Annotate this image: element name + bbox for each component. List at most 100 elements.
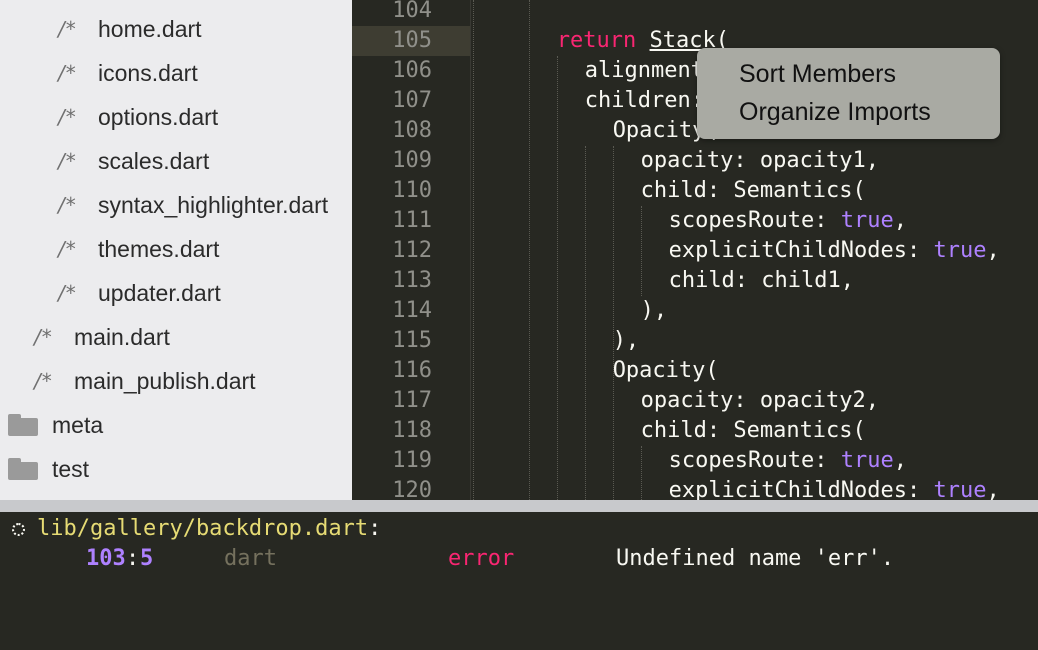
line-number: 105 [392,28,432,53]
line-number: 107 [392,88,432,113]
line-number: 109 [392,148,432,173]
menu-item-sort-members[interactable]: Sort Members [739,56,896,92]
line-number: 106 [392,58,432,83]
tree-item-label: scales.dart [98,147,210,174]
code-line[interactable]: 113 child: child1, [352,266,1038,296]
code-line[interactable]: 112 explicitChildNodes: true, [352,236,1038,266]
code-content: explicitChildNodes: true, [669,236,1000,266]
code-token: , [893,448,907,473]
line-number: 115 [392,328,432,353]
diagnostic-file-header[interactable]: lib/gallery/backdrop.dart: [12,514,381,544]
code-line[interactable]: 117 opacity: opacity2, [352,386,1038,416]
code-content: scopesRoute: true, [669,446,907,476]
code-action-context-menu: Sort Members Organize Imports [697,48,1000,139]
code-line[interactable]: 115), [352,326,1038,356]
diagnostic-severity: error [448,546,515,571]
diagnostic-file-colon: : [368,516,382,541]
tree-item-label: icons.dart [98,59,198,86]
comment-file-icon: /* [34,325,53,349]
code-content: opacity: opacity1, [641,146,879,176]
diagnostic-column-number: 5 [140,546,154,571]
tree-file-item[interactable]: /* home.dart [0,7,352,51]
code-token: , [986,238,1000,263]
line-number: 119 [392,448,432,473]
code-content: ), [641,296,668,326]
code-content: ), [613,326,640,356]
line-number: 113 [392,268,432,293]
comment-file-icon: /* [58,105,77,129]
tree-file-item[interactable]: /* main_publish.dart [0,359,352,403]
code-line[interactable]: 118 child: Semantics( [352,416,1038,446]
code-line[interactable]: 119 scopesRoute: true, [352,446,1038,476]
comment-file-icon: /* [58,193,77,217]
line-number: 104 [392,0,432,23]
code-token: ), [640,298,668,323]
comment-file-icon: /* [58,237,77,261]
comment-file-icon: /* [58,17,77,41]
tree-file-item[interactable]: /* syntax_highlighter.dart [0,183,352,227]
code-content: child: Semantics( [641,176,866,206]
code-token: scopesRoute: [668,208,841,233]
line-number: 110 [392,178,432,203]
tree-file-item[interactable]: /* icons.dart [0,51,352,95]
tree-item-label: main_publish.dart [74,367,256,394]
folder-icon [8,414,38,436]
tree-item-label: syntax_highlighter.dart [98,191,329,218]
tree-folder-item[interactable]: meta [0,403,352,447]
tree-file-item[interactable]: /* themes.dart [0,227,352,271]
code-line[interactable]: 116 Opacity( [352,356,1038,386]
line-number: 116 [392,358,432,383]
code-line[interactable]: 114), [352,296,1038,326]
diagnostic-line-number: 103 [86,546,126,571]
code-line[interactable]: 109 opacity: opacity1, [352,146,1038,176]
line-number: 120 [392,478,432,500]
code-content: explicitChildNodes: true, [669,476,1000,500]
diagnostic-message: Undefined name 'err'. [616,546,895,571]
tree-item-label: home.dart [98,15,202,42]
code-line[interactable]: 120 explicitChildNodes: true, [352,476,1038,500]
line-number: 117 [392,388,432,413]
line-number: 108 [392,118,432,143]
code-token: ), [612,328,640,353]
code-token: explicitChildNodes: [668,238,934,263]
boolean-token: true [840,208,894,233]
diagnostics-panel: lib/gallery/backdrop.dart: 103 : 5 dart … [0,512,1038,650]
line-number: 112 [392,238,432,263]
code-line[interactable]: 104 [352,0,1038,26]
file-tree-sidebar: /* home.dart /* icons.dart /* options.dart /* s… [0,0,352,500]
dotted-circle-icon [12,522,25,536]
code-token: child: Semantics( [640,178,866,203]
boolean-token: true [933,238,987,263]
code-content: Opacity( [613,356,719,386]
code-line[interactable]: 110 child: Semantics( [352,176,1038,206]
tree-item-label: meta [52,411,104,438]
keyword-token: return [556,28,637,53]
tree-file-item[interactable]: /* scales.dart [0,139,352,183]
code-token: Opacity( [612,358,719,383]
diagnostic-file-path: lib/gallery/backdrop.dart [37,516,369,541]
tree-item-label: themes.dart [98,235,220,262]
code-token: scopesRoute: [668,448,841,473]
comment-file-icon: /* [34,369,53,393]
code-token: child: Semantics( [640,418,866,443]
tree-file-item[interactable]: /* updater.dart [0,271,352,315]
comment-file-icon: /* [58,149,77,173]
panel-resize-divider[interactable] [0,500,1038,512]
diagnostic-source: dart [224,546,277,571]
code-content: opacity: opacity2, [641,386,879,416]
code-token: opacity: opacity1, [640,148,880,173]
comment-file-icon: /* [58,61,77,85]
folder-icon [8,458,38,480]
tree-file-item[interactable]: /* options.dart [0,95,352,139]
tree-item-label: updater.dart [98,279,221,306]
comment-file-icon: /* [58,281,77,305]
code-token: child: child1, [668,268,855,293]
menu-item-organize-imports[interactable]: Organize Imports [739,94,931,130]
diagnostic-location-separator: : [126,546,140,571]
tree-file-item[interactable]: /* main.dart [0,315,352,359]
code-line[interactable]: 111 scopesRoute: true, [352,206,1038,236]
code-content: scopesRoute: true, [669,206,907,236]
line-number: 111 [392,208,432,233]
tree-folder-item[interactable]: test [0,447,352,491]
